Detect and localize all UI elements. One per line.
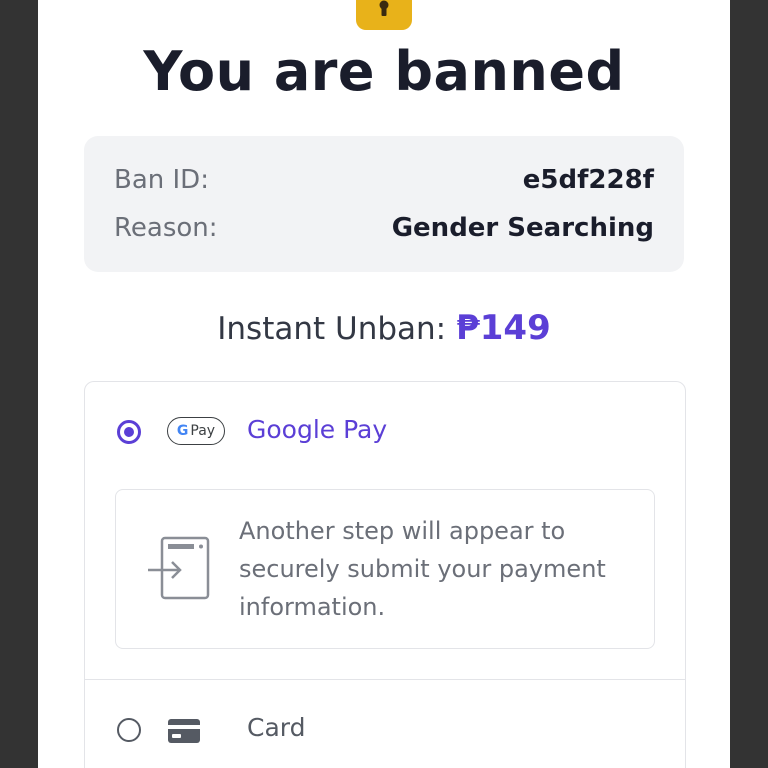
google-pay-label[interactable]: Google Pay (247, 415, 387, 444)
ban-id-label: Ban ID: (114, 165, 209, 195)
keyhole-icon (379, 0, 389, 16)
page-title: You are banned (143, 40, 625, 103)
payment-note: Another step will appear to securely sub… (115, 489, 655, 649)
reason-row: Reason: Gender Searching (114, 212, 654, 244)
unban-price: ₱149 (456, 308, 551, 348)
divider (85, 679, 685, 680)
ban-info-box: Ban ID: e5df228f Reason: Gender Searchin… (84, 136, 684, 272)
unban-price-line: Instant Unban: ₱149 (38, 308, 730, 348)
reason-label: Reason: (114, 213, 218, 243)
unban-label: Instant Unban: (217, 311, 447, 347)
redirect-icon (148, 536, 210, 600)
payment-methods: G Pay Google Pay Another step will appea… (84, 381, 686, 768)
ban-dialog: You are banned Ban ID: e5df228f Reason: … (38, 0, 730, 768)
card-radio[interactable] (117, 718, 141, 742)
lock-icon (356, 0, 412, 30)
card-label[interactable]: Card (247, 713, 305, 742)
payment-note-text: Another step will appear to securely sub… (239, 517, 606, 621)
google-g-icon: G (176, 423, 189, 439)
credit-card-icon (168, 719, 200, 743)
google-pay-radio[interactable] (117, 420, 141, 444)
ban-id-value: e5df228f (522, 165, 654, 195)
google-pay-badge-icon: G Pay (167, 417, 225, 445)
ban-id-row: Ban ID: e5df228f (114, 164, 654, 196)
google-pay-badge-text: Pay (190, 423, 216, 439)
reason-value: Gender Searching (391, 213, 654, 243)
